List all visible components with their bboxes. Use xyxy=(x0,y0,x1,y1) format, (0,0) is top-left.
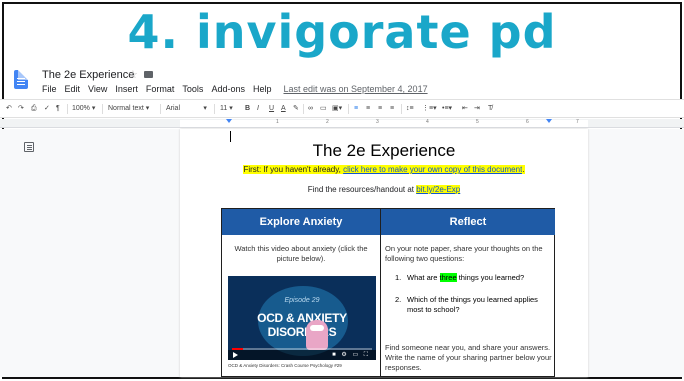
first-instruction: First: If you haven't already, click her… xyxy=(180,165,588,174)
google-docs-logo-icon[interactable] xyxy=(14,70,28,89)
question-1-number: 1. xyxy=(395,273,402,282)
image-icon[interactable]: ▣▾ xyxy=(332,103,342,115)
font-select[interactable]: Arial ▾ xyxy=(166,103,207,115)
make-copy-link[interactable]: click here to make your own copy of this… xyxy=(343,165,523,174)
activity-table: Explore Anxiety Reflect Watch this video… xyxy=(221,208,555,377)
menu-insert[interactable]: Insert xyxy=(115,84,138,94)
first-instruction-text: First: If you haven't already, xyxy=(243,165,344,174)
ruler: 1 2 3 4 5 6 7 xyxy=(0,119,684,128)
menu-view[interactable]: View xyxy=(88,84,107,94)
paint-format-icon[interactable]: ¶ xyxy=(56,103,60,115)
menu-help[interactable]: Help xyxy=(253,84,272,94)
question-1: 1. What are three things you learned? xyxy=(395,273,551,283)
ruler-number: 4 xyxy=(426,119,429,125)
player-settings-icon[interactable]: ■ ⚙ ▭ ⛶ xyxy=(332,351,370,359)
question-2: 2. Which of the things you learned appli… xyxy=(395,295,551,315)
toolbar-divider xyxy=(102,104,103,114)
play-icon[interactable] xyxy=(233,352,238,358)
star-icon[interactable]: ☆ xyxy=(128,68,138,81)
slide-banner-title: 4. invigorate pd xyxy=(127,5,557,59)
align-left-icon[interactable]: ≡ xyxy=(354,103,358,115)
video-thumbnail[interactable]: Episode 29 OCD & ANXIETY DISORDERS ■ ⚙ ▭… xyxy=(228,276,376,360)
resources-link[interactable]: bit.ly/2e-Exp xyxy=(416,185,461,194)
comment-icon[interactable]: ▭ xyxy=(320,103,327,115)
first-instruction-end: . xyxy=(522,165,525,174)
question-2-number: 2. xyxy=(395,295,402,304)
menu-file[interactable]: File xyxy=(42,84,57,94)
reflect-header: Reflect xyxy=(381,209,555,235)
toolbar-divider xyxy=(160,104,161,114)
menu-bar: File Edit View Insert Format Tools Add-o… xyxy=(42,84,428,94)
slide: 4. invigorate pd The 2e Experience ☆ Fil… xyxy=(0,0,684,381)
last-edit-link[interactable]: Last edit was on September 4, 2017 xyxy=(283,84,427,94)
document-title[interactable]: The 2e Experience xyxy=(42,69,134,81)
toolbar-divider xyxy=(67,104,68,114)
table-column-divider xyxy=(380,209,381,376)
reflect-sharing-instruction: Find someone near you, and share your an… xyxy=(385,343,552,372)
ruler-number: 3 xyxy=(376,119,379,125)
toolbar-divider xyxy=(303,104,304,114)
ruler-number: 1 xyxy=(276,119,279,125)
document-heading: The 2e Experience xyxy=(312,141,456,160)
menu-edit[interactable]: Edit xyxy=(65,84,81,94)
line-spacing-icon[interactable]: ↕≡ xyxy=(406,103,414,115)
align-right-icon[interactable]: ≡ xyxy=(378,103,382,115)
undo-icon[interactable]: ↶ xyxy=(6,103,12,115)
ruler-number: 7 xyxy=(576,119,579,125)
video-controls: ■ ⚙ ▭ ⛶ xyxy=(228,350,376,360)
left-indent-marker[interactable] xyxy=(226,119,232,123)
ruler-number: 5 xyxy=(476,119,479,125)
decrease-indent-icon[interactable]: ⇤ xyxy=(462,103,468,115)
video-episode: Episode 29 xyxy=(284,297,320,304)
text-color-button[interactable]: A xyxy=(281,103,286,115)
align-center-icon[interactable]: ≡ xyxy=(366,103,370,115)
menu-format[interactable]: Format xyxy=(146,84,175,94)
cartoon-character-icon xyxy=(306,320,328,350)
italic-button[interactable]: I xyxy=(257,103,259,115)
numbered-list-icon[interactable]: ⋮≡▾ xyxy=(422,103,437,115)
align-justify-icon[interactable]: ≡ xyxy=(390,103,394,115)
zoom-value: 100% xyxy=(72,105,90,112)
folder-icon[interactable] xyxy=(144,71,153,78)
video-caption: OCD & Anxiety Disorders: Crash Course Ps… xyxy=(228,363,342,368)
reflect-intro: On your note paper, share your thoughts … xyxy=(385,244,543,263)
question-1-text: What are xyxy=(407,273,440,282)
ruler-track[interactable]: 1 2 3 4 5 6 7 xyxy=(180,119,588,127)
formatting-toolbar: ↶ ↷ ⎙ ✓ ¶ 100% ▾ Normal text ▾ Arial ▾ 1… xyxy=(0,99,684,118)
font-size-select[interactable]: 11 ▾ xyxy=(220,103,233,115)
resources-line: Find the resources/handout at bit.ly/2e-… xyxy=(180,185,588,194)
font-size-value: 11 xyxy=(220,105,228,112)
redo-icon[interactable]: ↷ xyxy=(18,103,24,115)
right-indent-marker[interactable] xyxy=(546,119,552,123)
ruler-number: 6 xyxy=(526,119,529,125)
spellcheck-icon[interactable]: ✓ xyxy=(44,103,50,115)
font-value: Arial xyxy=(166,105,181,112)
question-2-text: Which of the things you learned applies … xyxy=(407,295,538,314)
menu-add-ons[interactable]: Add-ons xyxy=(211,84,245,94)
explore-anxiety-header: Explore Anxiety xyxy=(222,209,380,235)
highlight-icon[interactable]: ✎ xyxy=(293,103,299,115)
link-icon[interactable]: ∞ xyxy=(308,103,313,115)
style-value: Normal text xyxy=(108,105,144,112)
bulleted-list-icon[interactable]: •≡▾ xyxy=(442,103,452,115)
toolbar-divider xyxy=(214,104,215,114)
document-outline-icon[interactable] xyxy=(24,142,34,152)
toolbar-divider xyxy=(401,104,402,114)
increase-indent-icon[interactable]: ⇥ xyxy=(474,103,480,115)
video-title: OCD & ANXIETY DISORDERS xyxy=(257,311,347,339)
toolbar-divider xyxy=(348,104,349,114)
resources-text: Find the resources/handout at xyxy=(307,185,417,194)
question-1-highlight: three xyxy=(439,273,457,282)
question-1-text-end: things you learned? xyxy=(456,273,525,282)
style-select[interactable]: Normal text ▾ xyxy=(108,103,149,115)
print-icon[interactable]: ⎙ xyxy=(31,103,37,115)
clear-formatting-icon[interactable]: T̸ xyxy=(488,103,492,115)
video-instruction: Watch this video about anxiety (click th… xyxy=(234,244,368,263)
underline-button[interactable]: U xyxy=(269,103,274,115)
ruler-number: 2 xyxy=(326,119,329,125)
menu-tools[interactable]: Tools xyxy=(182,84,203,94)
zoom-select[interactable]: 100% ▾ xyxy=(72,103,95,115)
bold-button[interactable]: B xyxy=(245,103,250,115)
